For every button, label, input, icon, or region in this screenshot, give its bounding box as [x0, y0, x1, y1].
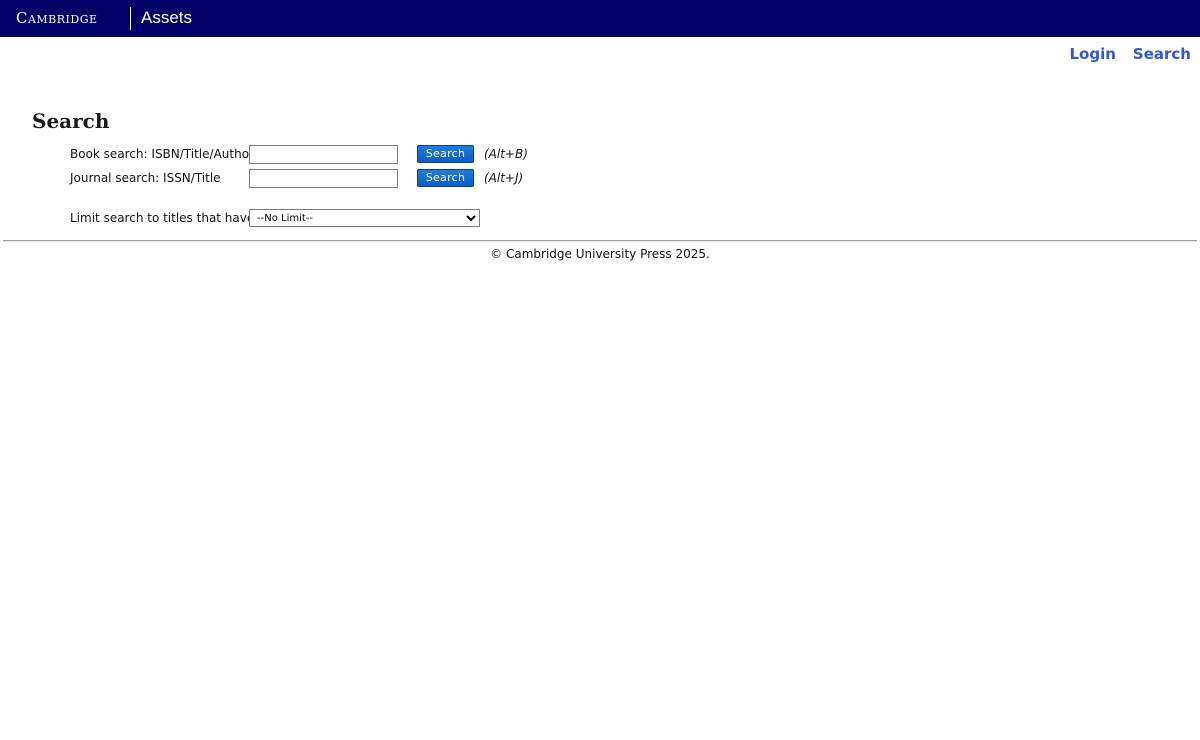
book-search-label: Book search: ISBN/Title/Author: [70, 147, 254, 161]
book-search-shortcut: (Alt+B): [484, 147, 528, 161]
login-link[interactable]: Login: [1070, 45, 1116, 64]
journal-search-button[interactable]: Search: [417, 169, 474, 187]
copyright-text: © Cambridge University Press 2025.: [490, 247, 710, 261]
product-name[interactable]: Assets: [141, 8, 192, 28]
journal-search-input[interactable]: [249, 169, 398, 188]
page-title: Search: [32, 109, 110, 133]
limit-search-label: Limit search to titles that have:: [70, 211, 259, 225]
search-link[interactable]: Search: [1133, 45, 1191, 64]
top-navigation: Login Search: [1070, 45, 1192, 64]
journal-search-label: Journal search: ISSN/Title: [70, 171, 221, 185]
journal-search-shortcut: (Alt+J): [484, 171, 524, 185]
limit-select[interactable]: --No Limit--: [249, 209, 480, 227]
header-bar: Cambridge Assets: [0, 0, 1200, 37]
book-search-input[interactable]: [249, 145, 398, 164]
cambridge-logo[interactable]: Cambridge: [16, 10, 98, 27]
footer-divider: [3, 240, 1197, 242]
logo-divider: [130, 7, 131, 30]
book-search-button[interactable]: Search: [417, 145, 474, 163]
